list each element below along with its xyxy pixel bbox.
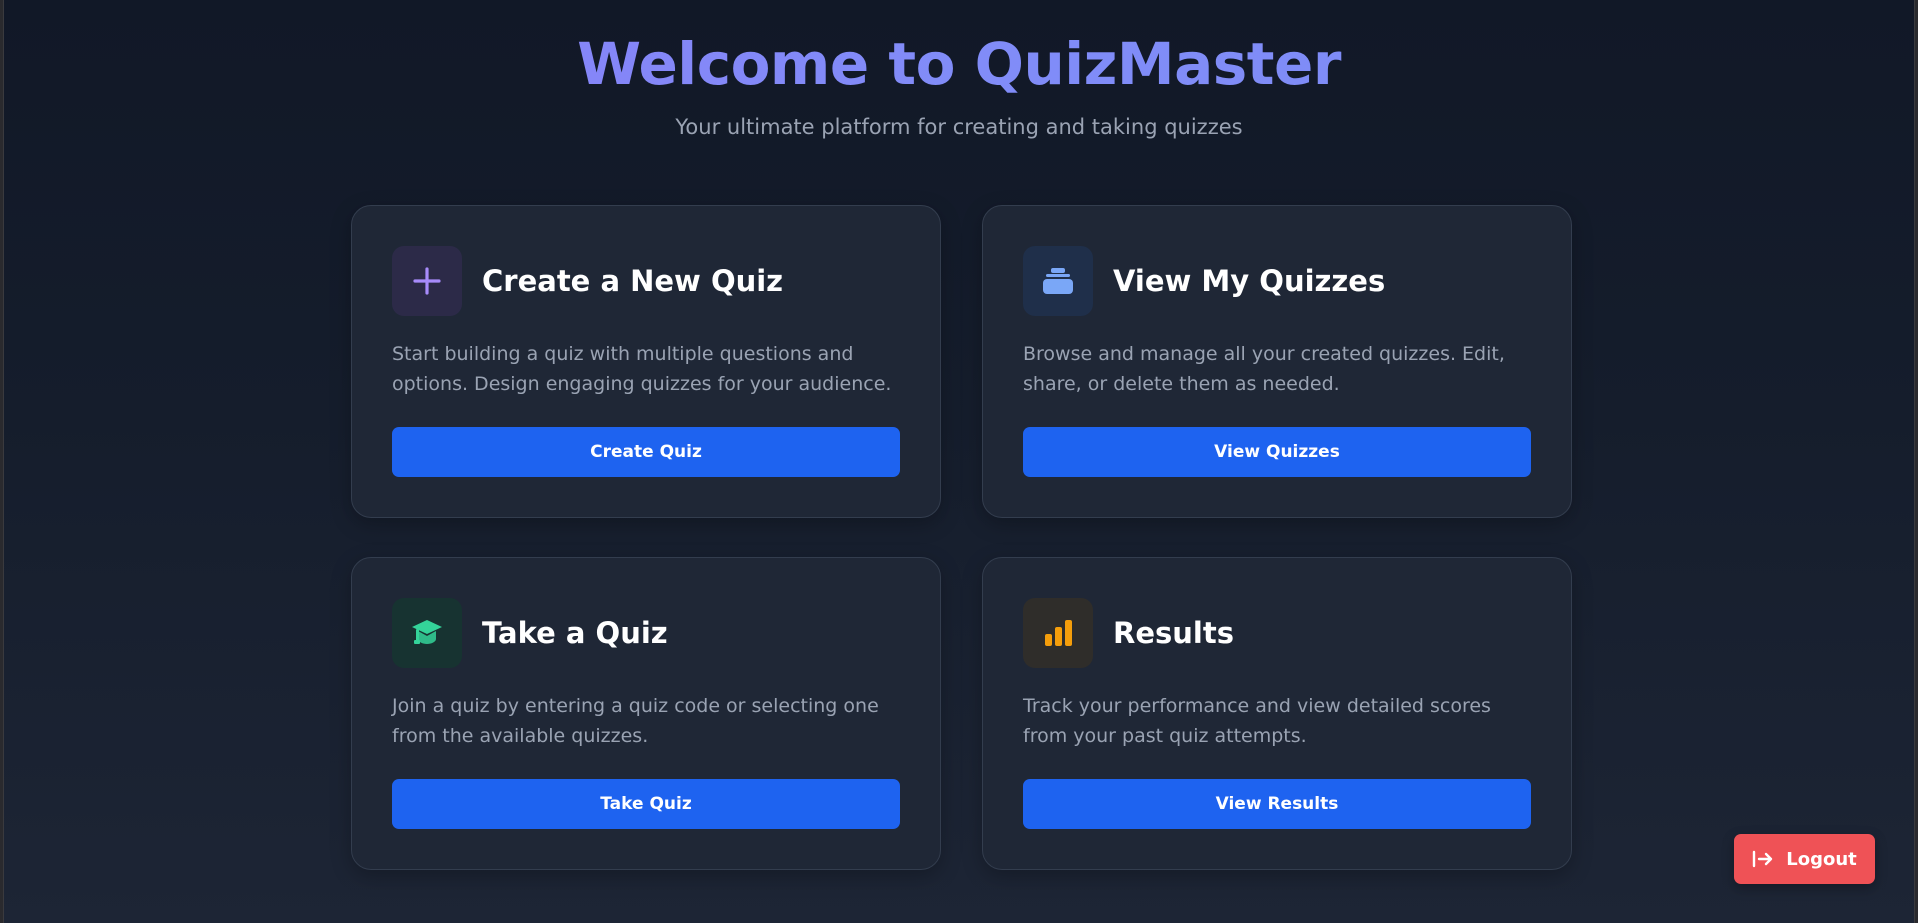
logout-icon bbox=[1752, 850, 1774, 868]
card-title: Create a New Quiz bbox=[482, 264, 784, 298]
logout-button[interactable]: Logout bbox=[1734, 834, 1875, 884]
card-title: View My Quizzes bbox=[1113, 264, 1386, 298]
create-quiz-button[interactable]: Create Quiz bbox=[392, 427, 900, 477]
card-description: Browse and manage all your created quizz… bbox=[1023, 343, 1505, 395]
card-description: Track your performance and view detailed… bbox=[1023, 695, 1491, 747]
view-quizzes-button[interactable]: View Quizzes bbox=[1023, 427, 1531, 477]
stack-icon bbox=[1023, 246, 1093, 316]
results-card: Results Track your performance and view … bbox=[982, 557, 1572, 870]
card-header: View My Quizzes bbox=[1023, 246, 1385, 316]
view-quizzes-card: View My Quizzes Browse and manage all yo… bbox=[982, 205, 1572, 518]
card-header: Results bbox=[1023, 598, 1234, 668]
take-quiz-button[interactable]: Take Quiz bbox=[392, 779, 900, 829]
card-header: Create a New Quiz bbox=[392, 246, 783, 316]
bar-chart-icon bbox=[1023, 598, 1093, 668]
card-title: Take a Quiz bbox=[482, 616, 668, 650]
graduation-cap-icon bbox=[392, 598, 462, 668]
logout-label: Logout bbox=[1786, 848, 1857, 870]
plus-icon bbox=[392, 246, 462, 316]
card-description: Start building a quiz with multiple ques… bbox=[392, 343, 892, 395]
page-subtitle: Your ultimate platform for creating and … bbox=[675, 115, 1243, 139]
take-quiz-card: Take a Quiz Join a quiz by entering a qu… bbox=[351, 557, 941, 870]
create-quiz-card: Create a New Quiz Start building a quiz … bbox=[351, 205, 941, 518]
card-header: Take a Quiz bbox=[392, 598, 668, 668]
view-results-button[interactable]: View Results bbox=[1023, 779, 1531, 829]
page-viewport: Welcome to QuizMaster Your ultimate plat… bbox=[3, 0, 1915, 923]
page-title: Welcome to QuizMaster bbox=[4, 25, 1914, 103]
card-title: Results bbox=[1113, 616, 1234, 650]
card-description: Join a quiz by entering a quiz code or s… bbox=[392, 695, 879, 747]
